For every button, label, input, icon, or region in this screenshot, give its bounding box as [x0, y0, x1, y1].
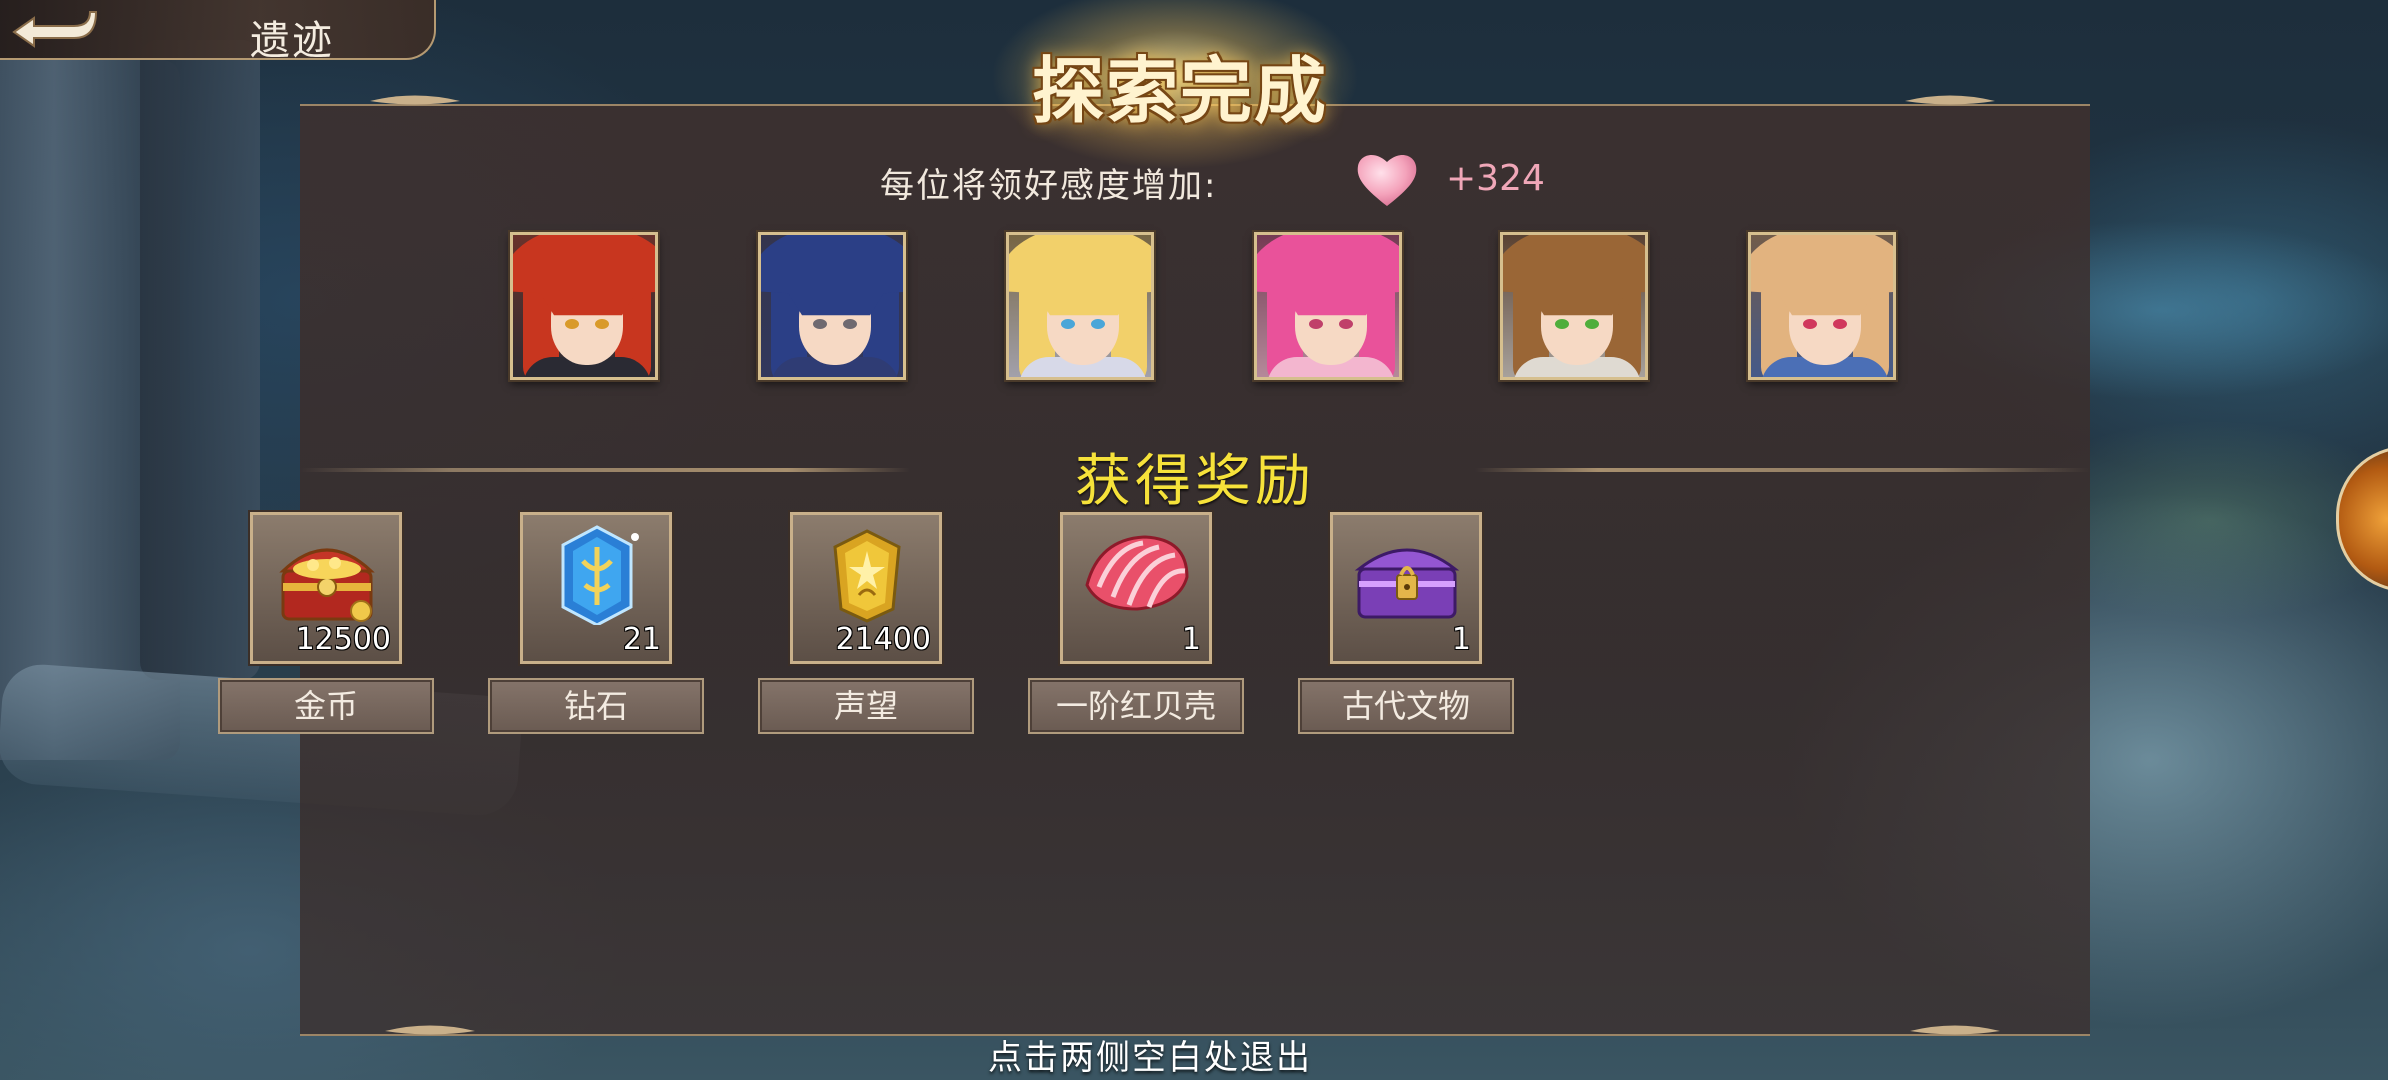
affinity-value: +324 [1446, 158, 1545, 199]
hero-eye [1585, 319, 1599, 329]
exit-hint: 点击两侧空白处退出 [988, 1038, 1312, 1078]
reward-name-diamond: 钻石 [488, 678, 704, 734]
reward-slot-gold[interactable]: 12500 [250, 512, 402, 664]
hero-portrait-brown-haired-hero[interactable] [1500, 232, 1648, 380]
back-arrow-icon [12, 11, 98, 48]
blue-crystal-icon [561, 525, 639, 625]
reward-slot-ancient-relic[interactable]: 1 [1330, 512, 1482, 664]
treasure-chest-icon [279, 548, 375, 622]
reward-quantity: 12500 [295, 622, 391, 657]
hero-portrait-red-haired-hero[interactable] [510, 232, 658, 380]
hero-eye [843, 319, 857, 329]
hero-eye [1555, 319, 1569, 329]
divider [1475, 468, 2090, 472]
heart-icon [1357, 155, 1417, 206]
hero-eye [1833, 319, 1847, 329]
panel-ornament [1910, 1025, 2000, 1035]
hero-eye [595, 319, 609, 329]
reward-quantity: 21400 [835, 622, 931, 657]
hero-portrait-blue-haired-hero[interactable] [758, 232, 906, 380]
hero-eye [1091, 319, 1105, 329]
hero-eye [1803, 319, 1817, 329]
purple-chest-icon [1354, 548, 1460, 619]
reward-quantity: 21 [622, 622, 661, 657]
reward-slot-prestige[interactable]: 21400 [790, 512, 942, 664]
hero-eye [813, 319, 827, 329]
hero-portrait-pink-haired-hero[interactable] [1254, 232, 1402, 380]
hero-portrait-light-brown-haired-hero[interactable] [1748, 232, 1896, 380]
affinity-label: 每位将领好感度增加: [880, 166, 1218, 206]
page-title: 遗迹 [250, 18, 334, 64]
reward-slot-diamond[interactable]: 21 [520, 512, 672, 664]
reward-name-red-shell: 一阶红贝壳 [1028, 678, 1244, 734]
reward-name-prestige: 声望 [758, 678, 974, 734]
hero-eye [1309, 319, 1323, 329]
rewards-title: 获得奖励 [1075, 449, 1315, 514]
back-button[interactable]: 遗迹 [0, 0, 440, 64]
panel-ornament [370, 95, 460, 105]
reward-slot-red-shell[interactable]: 1 [1060, 512, 1212, 664]
reward-name-gold: 金币 [218, 678, 434, 734]
panel-ornament [1905, 95, 1995, 105]
red-shell-icon [1085, 535, 1189, 611]
hero-eye [565, 319, 579, 329]
exploration-complete-title: 探索完成 [1031, 49, 1328, 133]
reward-name-ancient-relic: 古代文物 [1298, 678, 1514, 734]
gold-badge-icon [833, 529, 901, 623]
hero-eye [1339, 319, 1353, 329]
reward-quantity: 1 [1181, 622, 1201, 657]
hero-portrait-blonde-princess-hero[interactable] [1006, 232, 1154, 380]
game-screen[interactable]: 遗迹 探索完成 每位将领好感度增加: +324 获得奖励 12500 金币 21… [0, 0, 2388, 1080]
stone-ruin-arch [140, 40, 260, 680]
divider [300, 468, 910, 472]
hero-eye [1061, 319, 1075, 329]
reward-quantity: 1 [1451, 622, 1471, 657]
panel-ornament [385, 1025, 475, 1035]
